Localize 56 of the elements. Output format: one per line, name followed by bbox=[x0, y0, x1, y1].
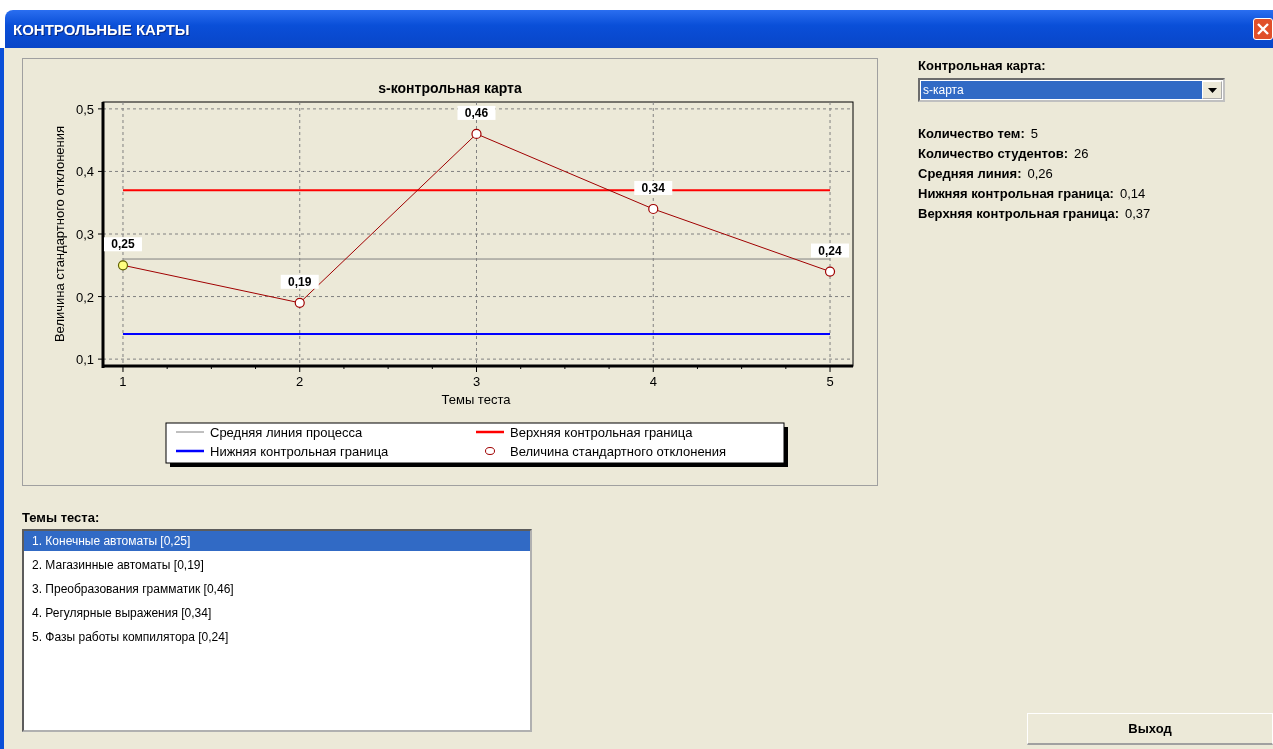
window-title: КОНТРОЛЬНЫЕ КАРТЫ bbox=[12, 20, 190, 38]
topics-label: Темы теста: bbox=[22, 510, 101, 525]
chart-selector-dropdown[interactable]: s-карта bbox=[918, 78, 1225, 102]
topic-item[interactable]: 4. Регулярные выражения [0,34] bbox=[24, 603, 530, 623]
x-tick-label: 2 bbox=[296, 374, 304, 389]
data-label: 0,19 bbox=[280, 274, 319, 289]
stat-label: Количество тем: bbox=[918, 126, 1025, 141]
data-label: 0,34 bbox=[634, 181, 673, 195]
legend-label: Величина стандартного отклонения bbox=[510, 444, 727, 459]
x-tick-label: 3 bbox=[472, 374, 481, 389]
stat-value: 0,14 bbox=[1119, 186, 1146, 201]
dropdown-button[interactable] bbox=[1202, 81, 1222, 99]
stat-label: Количество студентов: bbox=[918, 146, 1068, 161]
y-tick-label: 0,5 bbox=[75, 101, 94, 117]
data-point bbox=[294, 297, 305, 308]
y-tick-label: 0,1 bbox=[75, 352, 94, 368]
close-button[interactable] bbox=[1253, 18, 1273, 40]
stat-label: Нижняя контрольная граница: bbox=[918, 186, 1114, 201]
x-tick-label: 1 bbox=[119, 374, 127, 389]
x-axis-title: Темы теста bbox=[441, 392, 511, 407]
exit-button[interactable]: Выход bbox=[1027, 713, 1273, 745]
topic-item[interactable]: 3. Преобразования грамматик [0,46] bbox=[24, 579, 530, 599]
data-label: 0,25 bbox=[103, 237, 142, 252]
y-tick-label: 0,3 bbox=[75, 227, 94, 242]
y-tick-label: 0,4 bbox=[75, 164, 94, 180]
close-icon bbox=[1256, 22, 1270, 36]
topic-item[interactable]: 1. Конечные автоматы [0,25] bbox=[24, 531, 530, 551]
x-tick-label: 5 bbox=[826, 374, 834, 389]
data-point bbox=[648, 203, 659, 215]
legend-label: Средняя линия процесса bbox=[210, 425, 363, 440]
data-label: 0,46 bbox=[457, 105, 496, 120]
stat-value: 0,26 bbox=[1027, 166, 1053, 181]
stat-value: 5 bbox=[1030, 126, 1038, 141]
topics-list[interactable]: 1. Конечные автоматы [0,25] 2. Магазинные автоматы [0,19] 3. Преобразования грамматик [0,46] 4. Регулярные выражения [0,34] 5. Фазы работы компилятора [0,24] bbox=[22, 529, 532, 732]
y-axis-title: Величина стандартного отклонения bbox=[52, 125, 67, 343]
data-label: 0,34 bbox=[641, 180, 666, 195]
data-label: 0,25 bbox=[111, 237, 135, 252]
legend-label: Нижняя контрольная граница bbox=[210, 444, 390, 459]
data-label: 0,24 bbox=[811, 243, 849, 258]
data-point bbox=[471, 128, 482, 139]
data-point bbox=[824, 266, 836, 277]
stat-value: 0,37 bbox=[1125, 206, 1151, 221]
legend-label: Верхняя контрольная граница bbox=[510, 425, 694, 440]
topic-item[interactable]: 2. Магазинные автоматы [0,19] bbox=[24, 555, 530, 575]
stat-label: Верхняя контрольная граница: bbox=[918, 206, 1119, 221]
x-tick-label: 4 bbox=[649, 374, 657, 389]
stat-label: Средняя линия: bbox=[918, 166, 1022, 181]
caret-icon bbox=[1207, 87, 1217, 93]
data-label: 0,19 bbox=[288, 274, 312, 289]
topic-item[interactable]: 5. Фазы работы компилятора [0,24] bbox=[24, 627, 530, 647]
chart-selector-label: Контрольная карта: bbox=[918, 58, 1047, 73]
data-label: 0,24 bbox=[818, 243, 843, 258]
stat-value: 26 bbox=[1074, 146, 1089, 161]
data-label: 0,46 bbox=[464, 105, 489, 120]
y-tick-label: 0,2 bbox=[75, 289, 94, 305]
chart-title: s-контрольная карта bbox=[378, 80, 522, 96]
